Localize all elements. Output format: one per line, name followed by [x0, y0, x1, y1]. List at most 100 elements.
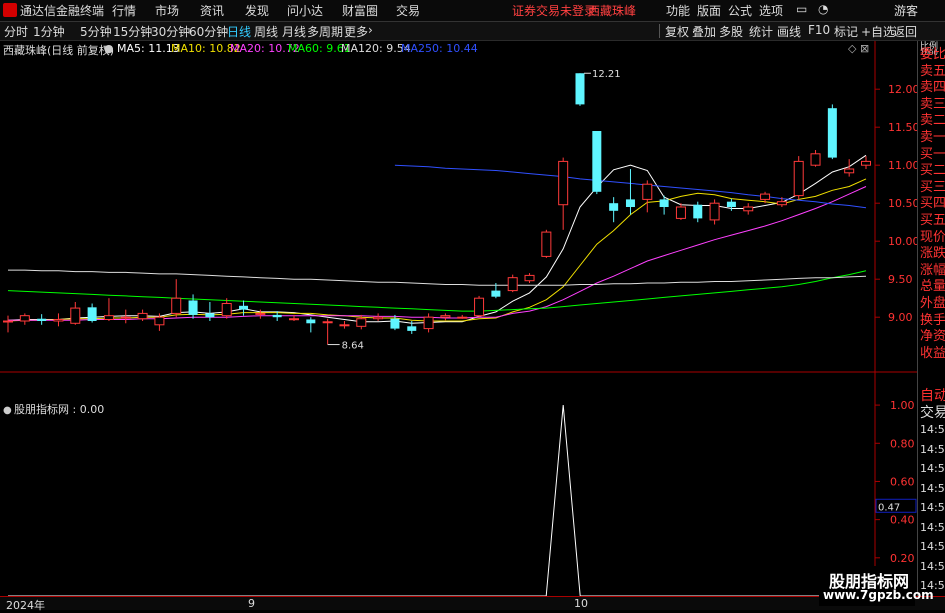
- period-weekly[interactable]: 周线: [254, 23, 278, 40]
- draw-line-button[interactable]: 画线: [777, 23, 801, 40]
- indicator-tick-label: 0.20: [890, 552, 915, 565]
- ma-line-ma60: [7, 270, 867, 312]
- candle-body: [524, 274, 535, 282]
- candle: [120, 309, 131, 324]
- indicator-tick-label: 0.80: [890, 437, 915, 450]
- overlay-button[interactable]: 叠加: [692, 23, 716, 40]
- menu-item-shichang[interactable]: 市场: [155, 2, 179, 19]
- candle-body: [675, 206, 686, 219]
- indicator-title: 股朋指标网 : 0.00: [14, 402, 104, 416]
- candle: [693, 201, 703, 223]
- candle-body: [507, 277, 518, 292]
- stats-button[interactable]: 统计: [749, 23, 773, 40]
- multi-stock-button[interactable]: 多股: [719, 23, 743, 40]
- price-tick-label: 9.00: [888, 311, 913, 324]
- timeline-label-sep: 9: [248, 597, 255, 610]
- price-chart[interactable]: 12.00 11.50 11.00 10.50 10.00 9.50 9.00 1.00 0.…: [0, 41, 917, 596]
- candle-body: [592, 131, 602, 192]
- stock-name-top: 西藏珠峰: [588, 4, 637, 18]
- candle-body: [373, 316, 384, 320]
- menu-item-gongneng[interactable]: 功能: [666, 2, 690, 19]
- f10-button[interactable]: F10: [808, 23, 830, 37]
- indicator-line: [8, 405, 866, 596]
- menu-item-jiaoyi[interactable]: 交易: [396, 2, 420, 19]
- ma-lines: [7, 154, 867, 324]
- add-watchlist-button[interactable]: +自选: [861, 23, 895, 40]
- ma-line-ma20: [8, 186, 867, 321]
- candle-body: [137, 312, 148, 320]
- candle-body: [491, 290, 501, 297]
- candle: [188, 294, 198, 319]
- candle-body: [3, 320, 13, 323]
- period-daily[interactable]: 日线: [227, 23, 251, 40]
- candle: [390, 314, 400, 331]
- candle: [221, 298, 232, 319]
- period-60min[interactable]: 60分钟: [189, 23, 228, 40]
- period-toolbar: 分时 1分钟 5分钟 15分钟 30分钟 60分钟 日线 周线 月线 多周期 更…: [0, 22, 945, 41]
- candle-body: [103, 315, 114, 320]
- chevron-right-icon[interactable]: ›: [368, 23, 373, 37]
- candle: [793, 156, 804, 200]
- ma-line-ma120: [8, 269, 867, 286]
- candle-body: [693, 204, 703, 219]
- period-5min[interactable]: 5分钟: [80, 23, 112, 40]
- candle: [642, 180, 653, 213]
- watermark: 股朋指标网 www.7gpzb.com: [819, 566, 934, 606]
- price-tick-label: 11.00: [888, 159, 917, 172]
- menu-item-caifuquan[interactable]: 财富圈: [342, 2, 378, 19]
- ma-line-ma5: [7, 154, 867, 324]
- chat-icon[interactable]: ▭: [796, 2, 807, 16]
- trade-login-status[interactable]: 证券交易未登录: [512, 2, 596, 19]
- period-multi[interactable]: 多周期: [307, 23, 343, 40]
- menu-item-faxian[interactable]: 发现: [245, 2, 269, 19]
- candle-body: [120, 316, 131, 319]
- candle-body: [440, 315, 451, 318]
- mark-button[interactable]: 标记: [834, 23, 858, 40]
- candle: [306, 317, 316, 333]
- menu-item-banmian[interactable]: 版面: [697, 2, 721, 19]
- candle: [37, 314, 47, 325]
- menu-item-wenxiaoda[interactable]: 问小达: [287, 2, 323, 19]
- candle: [541, 229, 552, 258]
- period-monthly[interactable]: 月线: [282, 23, 306, 40]
- candle-body: [558, 160, 569, 206]
- candle-body: [53, 318, 64, 322]
- candle: [339, 321, 350, 329]
- candle: [87, 303, 97, 323]
- price-tick-label: 12.00: [888, 83, 917, 96]
- period-fenshi[interactable]: 分时: [4, 23, 28, 40]
- candle: [558, 157, 569, 230]
- candle-body: [390, 318, 400, 329]
- period-15min[interactable]: 15分钟: [113, 23, 152, 40]
- period-30min[interactable]: 30分钟: [151, 23, 190, 40]
- menu-item-gongshi[interactable]: 公式: [728, 2, 752, 19]
- menu-item-hangqing[interactable]: 行情: [112, 2, 136, 19]
- candle-body: [642, 183, 653, 200]
- period-more[interactable]: 更多: [344, 23, 368, 40]
- candle: [625, 169, 635, 215]
- indicator-panel: 1.00 0.80 0.60 0.40 0.20 0.47: [8, 399, 917, 596]
- candle: [53, 313, 64, 327]
- candle: [70, 302, 81, 325]
- app-logo: [3, 3, 17, 17]
- indicator-dot-icon[interactable]: ●: [3, 405, 12, 416]
- candle-body: [339, 324, 350, 327]
- back-button[interactable]: 返回: [893, 23, 917, 40]
- period-1min[interactable]: 1分钟: [33, 23, 65, 40]
- fuquan-button[interactable]: 复权: [665, 23, 689, 40]
- candle-body: [474, 297, 485, 317]
- price-tick-label: 10.00: [888, 235, 917, 248]
- bell-icon[interactable]: ◔: [818, 2, 828, 16]
- menu-item-zixun[interactable]: 资讯: [200, 2, 224, 19]
- candle-body: [609, 203, 619, 211]
- ma-line-ma10: [7, 178, 867, 322]
- menu-item-xuanxiang[interactable]: 选项: [759, 2, 783, 19]
- quote-label: 收益: [920, 345, 945, 361]
- candle-body: [423, 316, 434, 330]
- candle: [322, 318, 333, 345]
- app-title: 通达信金融终端: [20, 4, 105, 18]
- candle-body: [541, 231, 552, 257]
- candle-body: [255, 312, 266, 315]
- guest-label[interactable]: 游客: [894, 2, 918, 19]
- trade-label[interactable]: 交易: [920, 402, 945, 422]
